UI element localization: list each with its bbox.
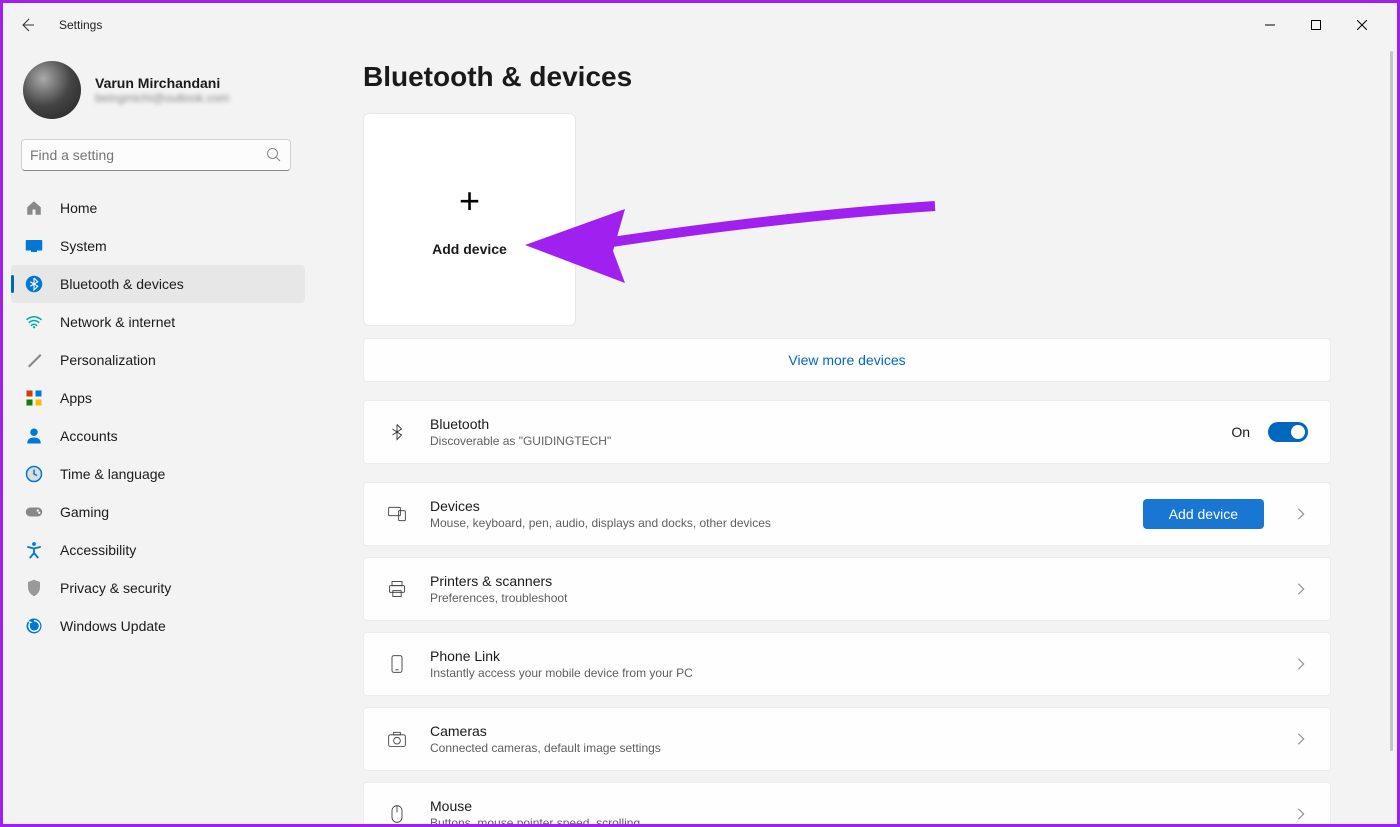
row-subtitle: Discoverable as "GUIDINGTECH"	[430, 434, 1231, 448]
nav-label: Windows Update	[60, 618, 166, 634]
row-subtitle: Instantly access your mobile device from…	[430, 666, 1282, 680]
accessibility-icon	[25, 541, 43, 559]
system-icon	[25, 237, 43, 255]
chevron-right-icon	[1294, 582, 1308, 596]
nav-item-gaming[interactable]: Gaming	[11, 493, 305, 531]
phone-link-row[interactable]: Phone Link Instantly access your mobile …	[363, 632, 1331, 696]
nav-label: Privacy & security	[60, 580, 171, 596]
search-input[interactable]	[30, 147, 266, 163]
bluetooth-row[interactable]: Bluetooth Discoverable as "GUIDINGTECH" …	[363, 400, 1331, 464]
devices-row[interactable]: Devices Mouse, keyboard, pen, audio, dis…	[363, 482, 1331, 546]
nav-item-network[interactable]: Network & internet	[11, 303, 305, 341]
chevron-right-icon	[1294, 807, 1308, 821]
plus-icon: +	[459, 183, 480, 219]
bluetooth-icon	[386, 421, 408, 443]
row-title: Cameras	[430, 723, 1282, 739]
add-device-card[interactable]: + Add device	[363, 113, 576, 326]
back-button[interactable]	[15, 13, 39, 37]
nav-label: System	[60, 238, 107, 254]
close-button[interactable]	[1339, 10, 1385, 40]
row-title: Printers & scanners	[430, 573, 1282, 589]
add-device-label: Add device	[432, 241, 507, 257]
search-box[interactable]	[21, 139, 291, 171]
row-title: Bluetooth	[430, 416, 1231, 432]
view-more-devices-link[interactable]: View more devices	[363, 338, 1331, 382]
apps-icon	[25, 389, 43, 407]
nav-list: Home System Bluetooth & devices Network & i…	[3, 189, 313, 645]
row-subtitle: Buttons, mouse pointer speed, scrolling	[430, 816, 1282, 824]
toggle-label: On	[1231, 424, 1250, 440]
bluetooth-icon	[25, 275, 43, 293]
nav-item-accessibility[interactable]: Accessibility	[11, 531, 305, 569]
nav-label: Network & internet	[60, 314, 175, 330]
add-device-button[interactable]: Add device	[1143, 499, 1264, 529]
chevron-right-icon	[1294, 507, 1308, 521]
main-content: Bluetooth & devices + Add device View mo…	[313, 47, 1397, 824]
nav-item-update[interactable]: Windows Update	[11, 607, 305, 645]
nav-label: Accessibility	[60, 542, 136, 558]
printer-icon	[386, 578, 408, 600]
nav-item-accounts[interactable]: Accounts	[11, 417, 305, 455]
nav-label: Personalization	[60, 352, 156, 368]
minimize-button[interactable]	[1247, 10, 1293, 40]
profile-name: Varun Mirchandani	[95, 75, 229, 91]
mouse-icon	[386, 803, 408, 824]
camera-icon	[386, 728, 408, 750]
search-icon	[266, 147, 282, 163]
nav-item-apps[interactable]: Apps	[11, 379, 305, 417]
avatar	[23, 61, 81, 119]
bluetooth-toggle[interactable]	[1268, 422, 1308, 442]
profile[interactable]: Varun Mirchandani beingmichi@outlook.com	[3, 61, 313, 139]
row-subtitle: Preferences, troubleshoot	[430, 591, 1282, 605]
nav-label: Apps	[60, 390, 92, 406]
update-icon	[25, 617, 43, 635]
chevron-right-icon	[1294, 657, 1308, 671]
nav-item-personalization[interactable]: Personalization	[11, 341, 305, 379]
person-icon	[25, 427, 43, 445]
nav-item-home[interactable]: Home	[11, 189, 305, 227]
maximize-button[interactable]	[1293, 10, 1339, 40]
nav-label: Time & language	[60, 466, 165, 482]
home-icon	[25, 199, 43, 217]
chevron-right-icon	[1294, 732, 1308, 746]
nav-item-privacy[interactable]: Privacy & security	[11, 569, 305, 607]
printers-row[interactable]: Printers & scanners Preferences, trouble…	[363, 557, 1331, 621]
sidebar: Varun Mirchandani beingmichi@outlook.com…	[3, 47, 313, 824]
row-title: Mouse	[430, 798, 1282, 814]
row-title: Phone Link	[430, 648, 1282, 664]
profile-email: beingmichi@outlook.com	[95, 91, 229, 105]
scrollbar[interactable]	[1390, 51, 1393, 826]
phone-icon	[386, 653, 408, 675]
nav-item-bluetooth[interactable]: Bluetooth & devices	[11, 265, 305, 303]
nav-label: Home	[60, 200, 97, 216]
clock-icon	[25, 465, 43, 483]
titlebar: Settings	[3, 3, 1397, 47]
row-subtitle: Connected cameras, default image setting…	[430, 741, 1282, 755]
shield-icon	[25, 579, 43, 597]
window-title: Settings	[59, 18, 102, 32]
row-title: Devices	[430, 498, 1143, 514]
nav-item-time[interactable]: Time & language	[11, 455, 305, 493]
cameras-row[interactable]: Cameras Connected cameras, default image…	[363, 707, 1331, 771]
devices-icon	[386, 503, 408, 525]
mouse-row[interactable]: Mouse Buttons, mouse pointer speed, scro…	[363, 782, 1331, 824]
wifi-icon	[25, 313, 43, 331]
nav-label: Accounts	[60, 428, 118, 444]
brush-icon	[25, 351, 43, 369]
nav-label: Bluetooth & devices	[60, 276, 184, 292]
nav-label: Gaming	[60, 504, 109, 520]
gamepad-icon	[25, 503, 43, 521]
page-title: Bluetooth & devices	[363, 61, 1337, 93]
scrollbar-thumb[interactable]	[1390, 51, 1393, 751]
nav-item-system[interactable]: System	[11, 227, 305, 265]
row-subtitle: Mouse, keyboard, pen, audio, displays an…	[430, 516, 1143, 530]
